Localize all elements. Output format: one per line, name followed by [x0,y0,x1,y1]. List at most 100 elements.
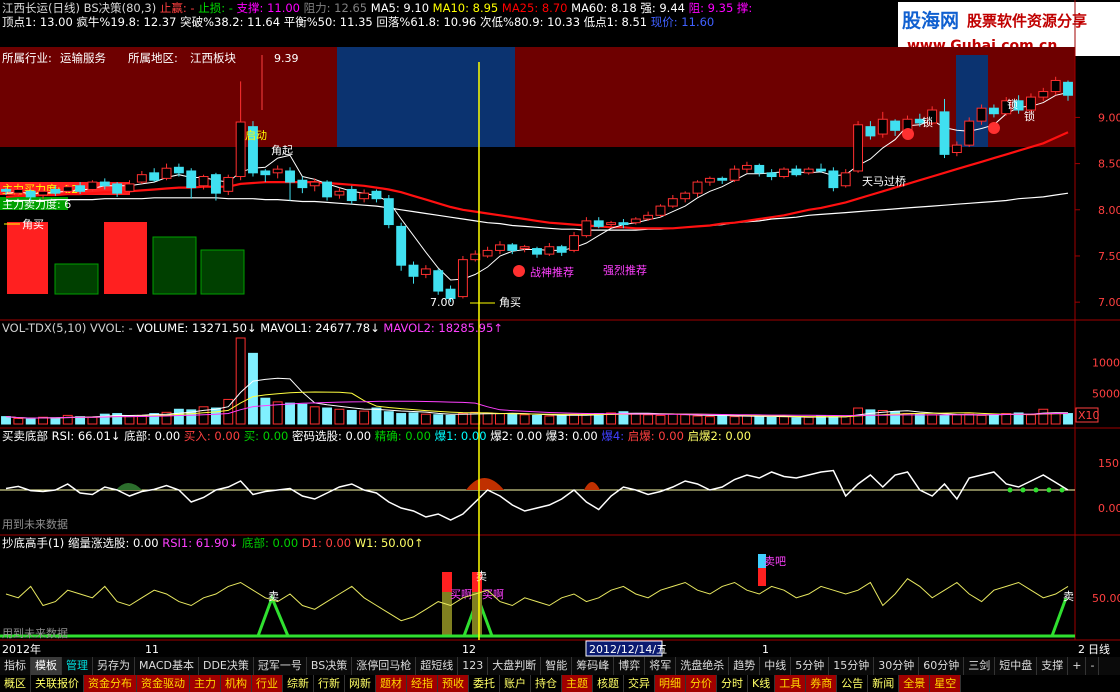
candle[interactable] [544,246,555,255]
volume-bar[interactable] [507,413,518,425]
tab-item[interactable]: 网新 [345,675,376,692]
candle[interactable] [457,259,468,298]
volume-bar[interactable] [383,411,394,425]
candle[interactable] [803,168,814,174]
candle[interactable] [62,186,73,192]
candle[interactable] [124,183,135,192]
candle[interactable] [186,170,197,189]
candle[interactable] [322,181,333,198]
candle[interactable] [593,220,604,227]
tab-item[interactable]: 主题 [562,675,593,692]
tab-item[interactable]: 涨停回马枪 [352,657,417,675]
tab-item[interactable]: 新闻 [868,675,900,692]
tab-item[interactable]: + [1068,657,1087,675]
volume-bar[interactable] [1,416,11,425]
candle[interactable] [507,244,518,251]
candle[interactable] [680,192,691,200]
candle[interactable] [495,244,505,251]
candle[interactable] [1063,81,1073,96]
volume-bar[interactable] [766,416,777,425]
volume-bar[interactable] [50,417,61,425]
candle[interactable] [13,188,24,194]
volume-bar[interactable] [260,397,271,425]
candle[interactable] [630,218,641,224]
volume-bar[interactable] [865,409,876,425]
volume-bar[interactable] [988,414,999,425]
candle[interactable] [136,174,147,183]
tab-item[interactable]: 资金分布 [84,675,137,692]
candle[interactable] [766,172,777,178]
tab-item[interactable]: 短中盘 [995,657,1038,675]
tab-item[interactable]: 综新 [283,675,314,692]
volume-bar[interactable] [359,410,370,425]
tab-item[interactable]: 筹码峰 [572,657,615,675]
volume-bar[interactable] [309,406,320,425]
volume-bar[interactable] [445,414,456,425]
tab-item[interactable]: 全景 [899,675,931,692]
tab-item[interactable]: 趋势 [729,657,761,675]
volume-bar[interactable] [371,407,382,425]
candle[interactable] [371,190,382,200]
volume-bar[interactable] [630,413,641,425]
candle[interactable] [420,268,431,275]
volume-bar[interactable] [334,408,345,425]
tab-item[interactable]: 题材 [376,675,407,692]
tab-item[interactable]: MACD基本 [135,657,199,675]
candle[interactable] [853,124,864,172]
tab-item[interactable]: 123 [458,657,489,675]
tab-item[interactable]: 超短线 [416,657,459,675]
volume-bar[interactable] [914,413,925,425]
candle[interactable] [112,183,123,194]
candle[interactable] [210,174,221,194]
tab-item[interactable]: 支撑 [1037,657,1069,675]
tab-item[interactable]: K线 [748,675,776,692]
candle[interactable] [482,249,493,257]
candle[interactable] [556,246,567,253]
tab-item[interactable]: DDE决策 [199,657,254,675]
candle[interactable] [309,181,320,187]
volume-bar[interactable] [346,409,357,425]
volume-bar[interactable] [495,413,505,425]
candle[interactable] [667,198,678,207]
tab-item[interactable]: 博弈 [614,657,646,675]
tab-item[interactable]: 大盘判断 [488,657,542,675]
volume-bar[interactable] [779,416,789,425]
candle[interactable] [99,181,110,187]
candle[interactable] [581,220,592,237]
tab-item[interactable]: 交异 [624,675,655,692]
candle[interactable] [643,214,654,220]
candle[interactable] [655,205,666,216]
candle[interactable] [704,177,715,183]
tab-item[interactable]: 冠军一号 [254,657,307,675]
volume-bar[interactable] [741,415,752,425]
tab-item[interactable]: 券商 [806,675,838,692]
volume-bar[interactable] [828,416,839,425]
volume-bar[interactable] [951,414,962,425]
tab-item[interactable]: 账户 [500,675,531,692]
candle[interactable] [396,225,407,266]
volume-bar[interactable] [1038,408,1049,425]
volume-bar[interactable] [729,416,740,425]
volume-bar[interactable] [680,414,691,425]
candle[interactable] [235,121,246,178]
candle[interactable] [532,248,542,255]
volume-bar[interactable] [544,415,555,425]
volume-bar[interactable] [840,416,851,425]
volume-bar[interactable] [297,403,308,425]
candle[interactable] [260,170,271,176]
volume-bar[interactable] [396,413,407,425]
volume-bar[interactable] [13,417,24,425]
volume-bar[interactable] [964,413,975,425]
volume-bar[interactable] [655,414,666,425]
volume-bar[interactable] [248,352,258,425]
volume-bar[interactable] [62,414,73,425]
candle[interactable] [692,181,703,194]
tab-item[interactable]: 中线 [760,657,792,675]
candle[interactable] [618,222,629,226]
candle[interactable] [272,168,283,174]
candle[interactable] [285,170,295,183]
tab-item[interactable]: 管理 [62,657,93,675]
volume-bar[interactable] [433,414,444,425]
tab-item[interactable]: 星空 [930,675,962,692]
volume-bar[interactable] [717,414,728,425]
